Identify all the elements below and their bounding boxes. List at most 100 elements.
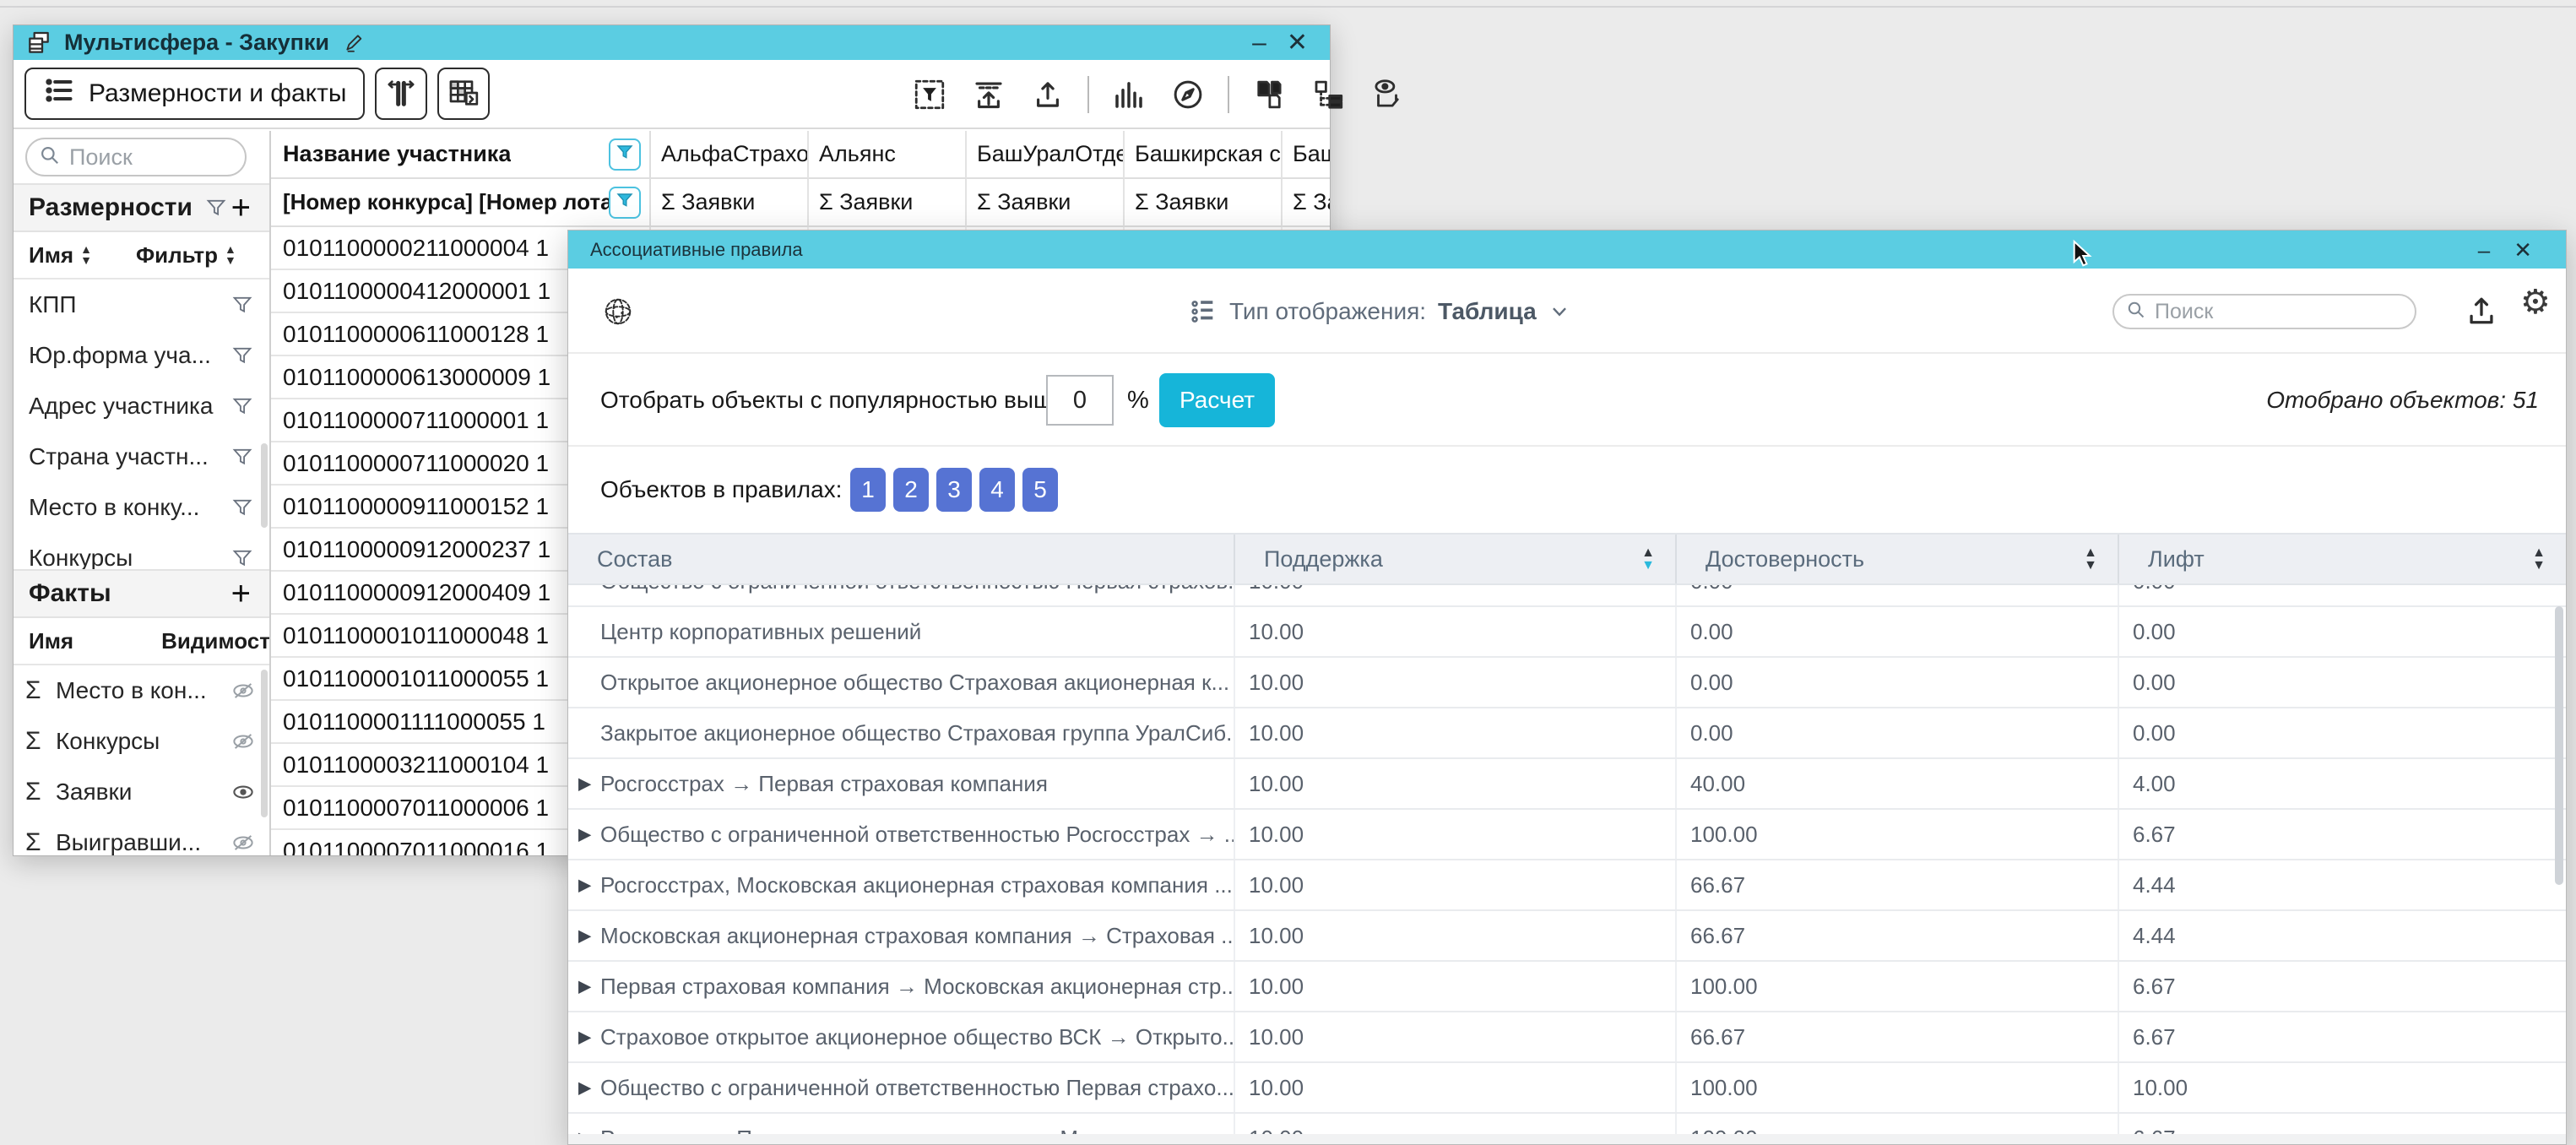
rule-size-button[interactable]: 5 [1022, 468, 1058, 512]
expander-icon[interactable]: ▶ [578, 1128, 591, 1135]
fact-item[interactable]: Σ Конкурсы [14, 716, 269, 767]
display-type-dropdown[interactable]: Тип отображения: Таблица [1189, 269, 1570, 354]
popularity-threshold-input[interactable] [1046, 375, 1114, 426]
rules-column-header[interactable]: Лифт ▲ ▼ [2118, 535, 2566, 583]
expander-icon[interactable]: ▶ [578, 925, 591, 947]
fit-columns-button[interactable] [375, 68, 427, 120]
add-dimension-button[interactable]: + [231, 191, 251, 225]
rule-size-button[interactable]: 4 [979, 468, 1015, 512]
rules-column-header[interactable]: Поддержка ▲ ▼ [1234, 535, 1675, 583]
hierarchy-icon[interactable] [1309, 75, 1348, 114]
rule-row[interactable]: ▶ Росгосстрах → Первая страховая компани… [568, 759, 2566, 810]
filter-icon[interactable] [230, 445, 254, 469]
fact-item[interactable]: Σ Место в кон... [14, 665, 269, 716]
filter-icon[interactable] [230, 546, 254, 569]
gear-icon[interactable]: ⚙ [2520, 285, 2551, 319]
expander-icon[interactable]: ▶ [578, 875, 591, 896]
rules-table-hscrollbar[interactable] [568, 1134, 2566, 1144]
measure-column-header[interactable]: Σ Заявки [1125, 179, 1283, 227]
dimension-item[interactable]: Юр.форма уча... [14, 330, 269, 381]
dialog-minimize-button[interactable]: – [2466, 239, 2502, 261]
dimensions-scrollbar[interactable] [261, 443, 268, 528]
rule-row[interactable]: Закрытое акционерное общество Страховая … [568, 708, 2566, 759]
expander-icon[interactable]: ▶ [578, 976, 591, 997]
filter-icon[interactable] [230, 293, 254, 317]
facts-scrollbar[interactable] [261, 670, 268, 817]
rule-composition-cell[interactable]: ▶ Росгосстрах, Московская акционерная ст… [568, 860, 1234, 909]
company-column-header[interactable]: Башкирская ст [1125, 131, 1283, 179]
import-icon[interactable] [969, 75, 1008, 114]
dimensions-section-header[interactable]: Размерности + [14, 183, 269, 232]
rule-composition-cell[interactable]: Закрытое акционерное общество Страховая … [568, 708, 1234, 757]
add-fact-button[interactable]: + [231, 577, 251, 610]
rule-composition-cell[interactable]: ▶ Общество с ограниченной ответственност… [568, 1063, 1234, 1112]
sidebar-search-input[interactable] [69, 144, 233, 171]
rule-row[interactable]: ▶ Общество с ограниченной ответственност… [568, 1063, 2566, 1114]
rule-row[interactable]: ▶ Страховое открытое акционерное обществ… [568, 1012, 2566, 1063]
dimension-item[interactable]: КПП [14, 279, 269, 330]
rule-composition-cell[interactable]: ▶ Росгосстрах → Первая страховая компани… [568, 759, 1234, 808]
rules-column-header[interactable]: Достоверность ▲ ▼ [1675, 535, 2118, 583]
rule-composition-cell[interactable]: Общество с ограниченной ответственностью… [568, 585, 1234, 605]
column-filter-button[interactable] [609, 187, 641, 219]
expander-icon[interactable]: ▶ [578, 1077, 591, 1099]
rule-row[interactable]: ▶ Первая страховая компания → Московская… [568, 962, 2566, 1012]
rule-row[interactable]: ▶ Росгосстрах, Первая страховая компания… [568, 1114, 2566, 1134]
table-view-button[interactable] [437, 68, 490, 120]
eye-off-icon[interactable] [230, 729, 256, 754]
dimension-item[interactable]: Адрес участника [14, 381, 269, 431]
fact-item[interactable]: Σ Выигравши... [14, 817, 269, 855]
rule-size-button[interactable]: 3 [936, 468, 972, 512]
dialog-search[interactable] [2112, 294, 2416, 329]
measure-column-header[interactable]: Σ Заявки [651, 179, 809, 227]
compass-icon[interactable] [1169, 75, 1207, 114]
dims-col-filter[interactable]: Фильтр [136, 242, 218, 269]
close-button[interactable]: ✕ [1277, 30, 1318, 56]
company-column-header[interactable]: Альянс [809, 131, 967, 179]
dimension-item[interactable]: Конкурсы [14, 533, 269, 569]
sort-icons[interactable]: ▲▼ [80, 244, 92, 266]
sort-icons[interactable]: ▲ ▼ [1641, 546, 1655, 572]
dimensions-facts-button[interactable]: Размерности и факты [24, 68, 365, 120]
filter-selection-icon[interactable] [910, 75, 949, 114]
calculate-button[interactable]: Расчет [1159, 373, 1275, 427]
minimize-button[interactable]: – [1242, 30, 1277, 56]
rule-composition-cell[interactable]: ▶ Первая страховая компания → Московская… [568, 962, 1234, 1011]
expander-icon[interactable]: ▶ [578, 824, 591, 845]
rule-composition-cell[interactable]: ▶ Московская акционерная страховая компа… [568, 911, 1234, 960]
company-column-header[interactable]: БашУралОтдел [967, 131, 1125, 179]
main-titlebar[interactable]: Мультисфера - Закупки – ✕ [14, 25, 1330, 60]
sort-icons[interactable]: ▲ ▼ [2532, 546, 2546, 572]
filter-icon[interactable] [230, 394, 254, 418]
measure-column-header[interactable]: Σ Заявки [967, 179, 1125, 227]
sort-icons[interactable]: ▲▼ [225, 244, 236, 266]
copy-documents-icon[interactable] [1250, 75, 1288, 114]
eye-off-icon[interactable] [230, 678, 256, 703]
chart-icon[interactable] [1109, 75, 1148, 114]
dialog-export-icon[interactable] [2463, 292, 2500, 329]
measure-column-header[interactable]: Σ Заявки [809, 179, 967, 227]
rule-row[interactable]: ▶ Московская акционерная страховая компа… [568, 911, 2566, 962]
facts-col-name[interactable]: Имя [29, 628, 73, 654]
export-icon[interactable] [1028, 75, 1067, 114]
rules-table-scrollbar[interactable] [2555, 606, 2563, 885]
filter-icon[interactable] [230, 496, 254, 519]
fact-item[interactable]: Σ Заявки [14, 767, 269, 817]
filter-icon[interactable] [230, 344, 254, 367]
facts-section-header[interactable]: Факты + [14, 569, 269, 618]
rule-composition-cell[interactable]: Центр корпоративных решений [568, 607, 1234, 656]
dimensions-filter-icon[interactable] [204, 196, 228, 220]
dims-col-name[interactable]: Имя [29, 242, 73, 269]
measure-column-header[interactable]: Σ Заявки [1283, 179, 1330, 227]
eye-off-icon[interactable] [230, 830, 256, 855]
rule-row[interactable]: Центр корпоративных решений 10.00 0.00 0… [568, 607, 2566, 658]
sidebar-search[interactable] [25, 138, 247, 176]
rule-row[interactable]: Общество с ограниченной ответственностью… [568, 585, 2566, 607]
dialog-close-button[interactable]: ✕ [2502, 239, 2544, 261]
rule-size-button[interactable]: 2 [893, 468, 929, 512]
dialog-titlebar[interactable]: Ассоциативные правила – ✕ [568, 231, 2566, 269]
rule-composition-cell[interactable]: Открытое акционерное общество Страховая … [568, 658, 1234, 707]
expander-icon[interactable]: ▶ [578, 1027, 591, 1048]
graph-view-icon[interactable] [602, 296, 634, 328]
company-column-header[interactable]: АльфаСтрахов [651, 131, 809, 179]
